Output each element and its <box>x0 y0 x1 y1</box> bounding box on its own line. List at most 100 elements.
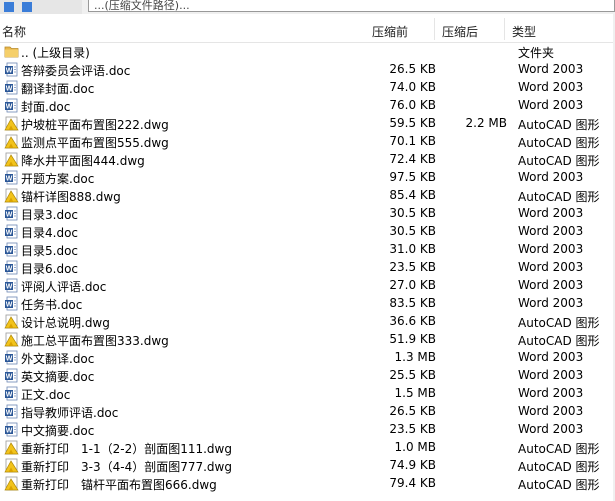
file-row[interactable]: 护坡桩平面布置图222.dwg 59.5 KB 2.2 MB AutoCAD 图形 <box>0 115 615 133</box>
file-size: 23.5 KB <box>389 260 436 274</box>
file-row[interactable]: W 外文翻译.doc 1.3 MB Word 2003 <box>0 349 615 367</box>
file-type: Word 2003 <box>518 404 584 418</box>
file-row[interactable]: W 英文摘要.doc 25.5 KB Word 2003 <box>0 367 615 385</box>
file-type: Word 2003 <box>518 260 584 274</box>
svg-text:W: W <box>6 410 13 417</box>
column-divider[interactable] <box>434 18 435 40</box>
word-doc-icon: W <box>4 404 19 419</box>
file-row[interactable]: 锚杆详图888.dwg 85.4 KB AutoCAD 图形 <box>0 187 615 205</box>
file-size: 23.5 KB <box>389 422 436 436</box>
file-row[interactable]: W 目录3.doc 30.5 KB Word 2003 <box>0 205 615 223</box>
file-size: 74.0 KB <box>389 80 436 94</box>
word-doc-icon: W <box>4 62 19 77</box>
file-size: 72.4 KB <box>389 152 436 166</box>
file-type: AutoCAD 图形 <box>518 460 600 474</box>
file-row[interactable]: 重新打印 锚杆平面布置图666.dwg 79.4 KB AutoCAD 图形 <box>0 475 615 493</box>
word-doc-icon: W <box>4 224 19 239</box>
file-name: 开题方案.doc <box>21 172 95 186</box>
file-row[interactable]: 设计总说明.dwg 36.6 KB AutoCAD 图形 <box>0 313 615 331</box>
svg-text:W: W <box>6 374 13 381</box>
autocad-dwg-icon <box>4 332 19 347</box>
column-header-type[interactable]: 类型 <box>512 23 536 40</box>
back-icon[interactable] <box>4 2 14 12</box>
column-header-name[interactable]: 名称 <box>2 23 26 40</box>
column-header: 名称 压缩前 压缩后 类型 <box>0 14 615 43</box>
file-row[interactable]: 重新打印 3-3（4-4）剖面图777.dwg 74.9 KB AutoCAD 图形 <box>0 457 615 475</box>
file-type: Word 2003 <box>518 278 584 292</box>
autocad-dwg-icon <box>4 188 19 203</box>
word-doc-icon: W <box>4 278 19 293</box>
file-row[interactable]: W 指导教师评语.doc 26.5 KB Word 2003 <box>0 403 615 421</box>
file-row[interactable]: W 评阅人评语.doc 27.0 KB Word 2003 <box>0 277 615 295</box>
file-row[interactable]: 降水井平面图444.dwg 72.4 KB AutoCAD 图形 <box>0 151 615 169</box>
file-row[interactable]: W 中文摘要.doc 23.5 KB Word 2003 <box>0 421 615 439</box>
file-row[interactable]: W 目录4.doc 30.5 KB Word 2003 <box>0 223 615 241</box>
parent-directory-row[interactable]: .. (上级目录) 文件夹 <box>0 43 615 61</box>
file-row[interactable]: 重新打印 1-1（2-2）剖面图111.dwg 1.0 MB AutoCAD 图形 <box>0 439 615 457</box>
column-header-compressed[interactable]: 压缩前 <box>372 23 408 40</box>
file-type: Word 2003 <box>518 98 584 112</box>
word-doc-icon: W <box>4 206 19 221</box>
column-divider[interactable] <box>504 18 505 40</box>
file-name: 正文.doc <box>21 388 71 402</box>
file-row[interactable]: W 翻译封面.doc 74.0 KB Word 2003 <box>0 79 615 97</box>
file-type: Word 2003 <box>518 62 584 76</box>
file-size: 1.0 MB <box>394 440 436 454</box>
file-size: 70.1 KB <box>389 134 436 148</box>
word-doc-icon: W <box>4 98 19 113</box>
file-row[interactable]: W 目录5.doc 31.0 KB Word 2003 <box>0 241 615 259</box>
file-type: 文件夹 <box>518 46 555 60</box>
column-header-original[interactable]: 压缩后 <box>442 23 478 40</box>
file-name: 中文摘要.doc <box>21 424 95 438</box>
file-name: 翻译封面.doc <box>21 82 95 96</box>
word-doc-icon: W <box>4 350 19 365</box>
file-size: 31.0 KB <box>389 242 436 256</box>
file-type: Word 2003 <box>518 296 584 310</box>
file-type: AutoCAD 图形 <box>518 118 600 132</box>
file-name: 目录3.doc <box>21 208 79 222</box>
word-doc-icon: W <box>4 368 19 383</box>
file-type: AutoCAD 图形 <box>518 154 600 168</box>
svg-text:W: W <box>6 104 13 111</box>
file-type: Word 2003 <box>518 170 584 184</box>
file-row[interactable]: 监测点平面布置图555.dwg 70.1 KB AutoCAD 图形 <box>0 133 615 151</box>
file-type: AutoCAD 图形 <box>518 442 600 456</box>
file-size: 1.5 MB <box>394 386 436 400</box>
file-size: 36.6 KB <box>389 314 436 328</box>
forward-icon[interactable] <box>22 2 32 12</box>
file-name: 任务书.doc <box>21 298 83 312</box>
autocad-dwg-icon <box>4 134 19 149</box>
file-name: 重新打印 3-3（4-4）剖面图777.dwg <box>21 460 232 474</box>
file-name: 指导教师评语.doc <box>21 406 119 420</box>
file-name: 重新打印 锚杆平面布置图666.dwg <box>21 478 217 492</box>
file-size: 1.3 MB <box>394 350 436 364</box>
autocad-dwg-icon <box>4 440 19 455</box>
file-size: 59.5 KB <box>389 116 436 130</box>
file-row[interactable]: W 正文.doc 1.5 MB Word 2003 <box>0 385 615 403</box>
file-size: 74.9 KB <box>389 458 436 472</box>
file-row[interactable]: W 目录6.doc 23.5 KB Word 2003 <box>0 259 615 277</box>
file-type: AutoCAD 图形 <box>518 190 600 204</box>
file-row[interactable]: W 任务书.doc 83.5 KB Word 2003 <box>0 295 615 313</box>
word-doc-icon: W <box>4 170 19 185</box>
svg-text:W: W <box>6 68 13 75</box>
file-name: 设计总说明.dwg <box>21 316 110 330</box>
file-name: 答辩委员会评语.doc <box>21 64 131 78</box>
svg-text:W: W <box>6 86 13 93</box>
file-size: 30.5 KB <box>389 206 436 220</box>
file-size: 26.5 KB <box>389 404 436 418</box>
svg-text:W: W <box>6 428 13 435</box>
file-type: Word 2003 <box>518 386 584 400</box>
svg-text:W: W <box>6 392 13 399</box>
file-row[interactable]: W 开题方案.doc 97.5 KB Word 2003 <box>0 169 615 187</box>
file-name: 降水井平面图444.dwg <box>21 154 145 168</box>
autocad-dwg-icon <box>4 152 19 167</box>
file-row[interactable]: W 封面.doc 76.0 KB Word 2003 <box>0 97 615 115</box>
file-type: Word 2003 <box>518 368 584 382</box>
word-doc-icon: W <box>4 260 19 275</box>
svg-text:W: W <box>6 248 13 255</box>
file-name: 施工总平面布置图333.dwg <box>21 334 169 348</box>
file-type: AutoCAD 图形 <box>518 478 600 492</box>
file-row[interactable]: 施工总平面布置图333.dwg 51.9 KB AutoCAD 图形 <box>0 331 615 349</box>
file-row[interactable]: W 答辩委员会评语.doc 26.5 KB Word 2003 <box>0 61 615 79</box>
